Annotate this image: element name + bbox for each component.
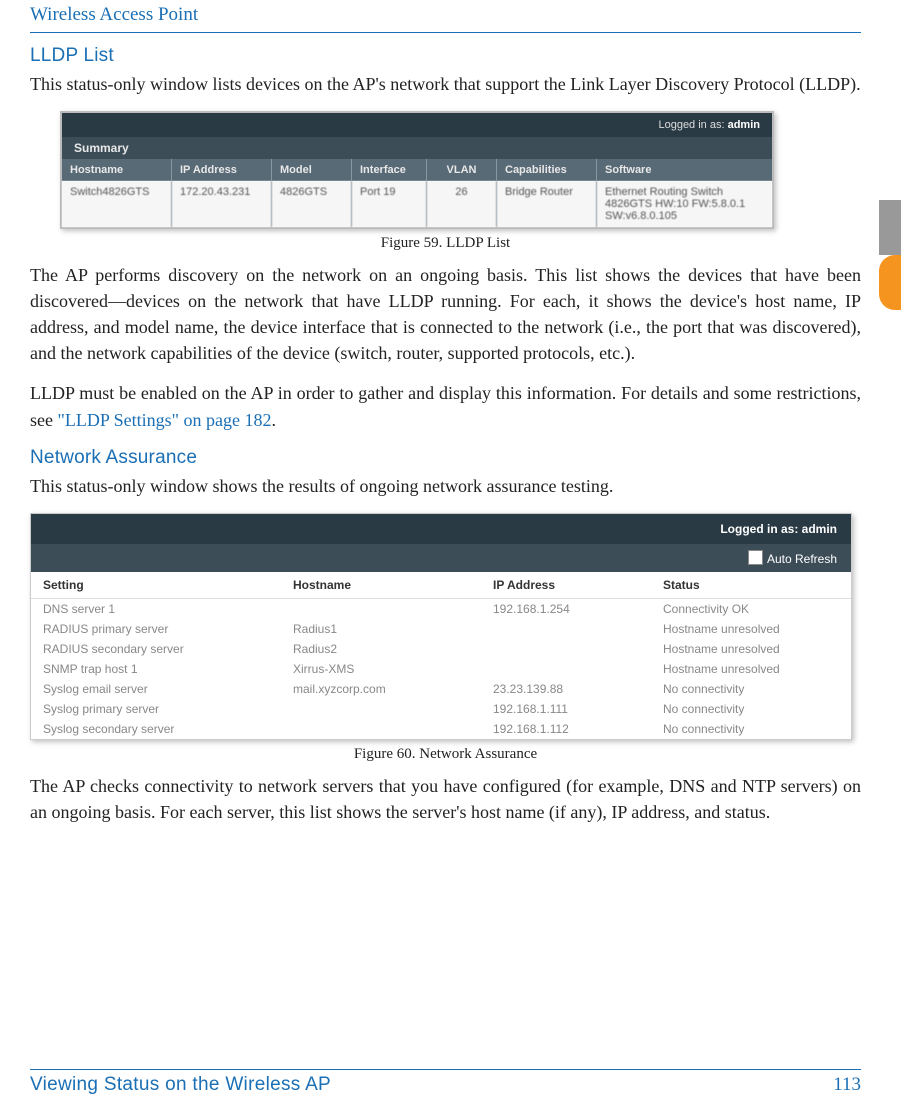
col-interface: Interface xyxy=(352,159,427,181)
cell-hostname xyxy=(293,602,493,616)
col-hostname: Hostname xyxy=(62,159,172,181)
cell-sw: Ethernet Routing Switch 4826GTS HW:10 FW… xyxy=(597,181,772,227)
col-software: Software xyxy=(597,159,772,181)
logged-in-user: admin xyxy=(728,119,760,131)
cell-status: Hostname unresolved xyxy=(663,642,839,656)
cross-ref-link[interactable]: "LLDP Settings" on page 182 xyxy=(57,410,271,430)
col-status: Status xyxy=(663,578,839,592)
footer-section-title: Viewing Status on the Wireless AP xyxy=(30,1074,331,1096)
table-row: Syslog secondary server 192.168.1.112No c… xyxy=(31,719,851,739)
col-ip: IP Address xyxy=(172,159,272,181)
col-capabilities: Capabilities xyxy=(497,159,597,181)
header-rule xyxy=(30,32,861,33)
cell-ip: 23.23.139.88 xyxy=(493,682,663,696)
logged-in-label: Logged in as: xyxy=(658,119,724,131)
cell-ip: 192.168.1.112 xyxy=(493,722,663,736)
table-row: Switch4826GTS 172.20.43.231 4826GTS Port… xyxy=(62,181,772,227)
cell-status: No connectivity xyxy=(663,682,839,696)
table-header-row: Setting Hostname IP Address Status xyxy=(31,572,851,599)
col-setting: Setting xyxy=(43,578,293,592)
section-heading-lldp: LLDP List xyxy=(30,45,861,67)
cell-cap: Bridge Router xyxy=(497,181,597,227)
page-number: 113 xyxy=(833,1074,861,1096)
tab-orange xyxy=(879,255,901,310)
table-row: Syslog email servermail.xyzcorp.com23.23… xyxy=(31,679,851,699)
login-status-bar: Logged in as: admin xyxy=(31,514,851,544)
col-model: Model xyxy=(272,159,352,181)
figure-59-screenshot: Logged in as: admin Summary Hostname IP … xyxy=(60,111,774,229)
figure-caption: Figure 60. Network Assurance xyxy=(30,746,861,763)
table-header-row: Hostname IP Address Model Interface VLAN… xyxy=(62,159,772,181)
page-tab-marker xyxy=(879,200,901,310)
cell-hostname: Switch4826GTS xyxy=(62,181,172,227)
table-row: Syslog primary server 192.168.1.111No con… xyxy=(31,699,851,719)
figure-60-screenshot: Logged in as: admin Auto Refresh Setting… xyxy=(30,513,852,740)
table-row: RADIUS primary serverRadius1 Hostname unr… xyxy=(31,619,851,639)
col-vlan: VLAN xyxy=(427,159,497,181)
footer-rule xyxy=(30,1069,861,1070)
cell-status: Connectivity OK xyxy=(663,602,839,616)
cell-ip xyxy=(493,662,663,676)
cell-ip: 172.20.43.231 xyxy=(172,181,272,227)
cell-hostname xyxy=(293,702,493,716)
paragraph: The AP checks connectivity to network se… xyxy=(30,773,861,825)
cell-status: Hostname unresolved xyxy=(663,662,839,676)
section-heading-na: Network Assurance xyxy=(30,447,861,469)
cell-setting: RADIUS primary server xyxy=(43,622,293,636)
cell-setting: SNMP trap host 1 xyxy=(43,662,293,676)
cell-setting: DNS server 1 xyxy=(43,602,293,616)
cell-setting: RADIUS secondary server xyxy=(43,642,293,656)
cell-model: 4826GTS xyxy=(272,181,352,227)
cell-status: No connectivity xyxy=(663,702,839,716)
figure-caption: Figure 59. LLDP List xyxy=(30,235,861,252)
toolbar: Auto Refresh xyxy=(31,544,851,572)
cell-vlan: 26 xyxy=(427,181,497,227)
paragraph: LLDP must be enabled on the AP in order … xyxy=(30,380,861,432)
page-footer: Viewing Status on the Wireless AP 113 xyxy=(30,1069,861,1096)
cell-setting: Syslog email server xyxy=(43,682,293,696)
cell-ip: 192.168.1.254 xyxy=(493,602,663,616)
running-header: Wireless Access Point xyxy=(30,0,861,32)
cell-setting: Syslog primary server xyxy=(43,702,293,716)
paragraph: This status-only window shows the result… xyxy=(30,473,861,499)
cell-ip xyxy=(493,642,663,656)
tab-gray xyxy=(879,200,901,255)
cell-hostname: mail.xyzcorp.com xyxy=(293,682,493,696)
cell-hostname: Radius1 xyxy=(293,622,493,636)
paragraph: This status-only window lists devices on… xyxy=(30,71,861,97)
cell-status: Hostname unresolved xyxy=(663,622,839,636)
auto-refresh-label: Auto Refresh xyxy=(767,552,837,566)
cell-hostname xyxy=(293,722,493,736)
cell-hostname: Radius2 xyxy=(293,642,493,656)
cell-iface: Port 19 xyxy=(352,181,427,227)
table-row: SNMP trap host 1Xirrus-XMS Hostname unres… xyxy=(31,659,851,679)
cell-status: No connectivity xyxy=(663,722,839,736)
paragraph-part: . xyxy=(272,410,277,430)
cell-setting: Syslog secondary server xyxy=(43,722,293,736)
table-row: DNS server 1 192.168.1.254Connectivity OK xyxy=(31,599,851,619)
cell-ip: 192.168.1.111 xyxy=(493,702,663,716)
col-ip: IP Address xyxy=(493,578,663,592)
table-row: RADIUS secondary serverRadius2 Hostname u… xyxy=(31,639,851,659)
cell-hostname: Xirrus-XMS xyxy=(293,662,493,676)
cell-ip xyxy=(493,622,663,636)
paragraph: The AP performs discovery on the network… xyxy=(30,262,861,366)
auto-refresh-checkbox[interactable] xyxy=(748,550,763,565)
login-status-bar: Logged in as: admin xyxy=(62,113,772,137)
summary-header: Summary xyxy=(62,137,772,159)
col-hostname: Hostname xyxy=(293,578,493,592)
